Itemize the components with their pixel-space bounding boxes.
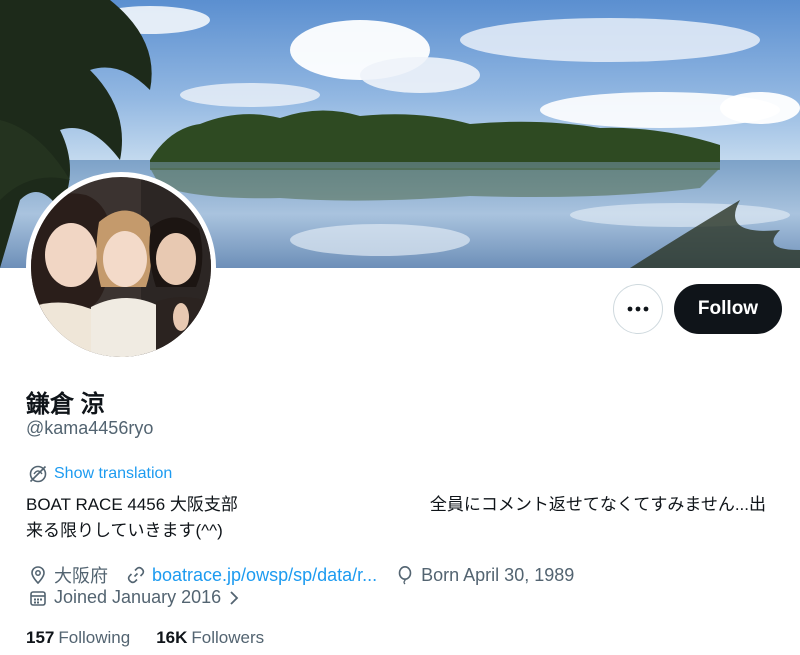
more-dots-icon	[627, 306, 649, 312]
show-translation-link[interactable]: Show translation	[28, 464, 172, 484]
joined-item[interactable]: Joined January 2016	[28, 587, 241, 608]
birthday-item: Born April 30, 1989	[395, 565, 574, 586]
website-item[interactable]: boatrace.jp/owsp/sp/data/r...	[126, 565, 377, 586]
profile-bio: BOAT RACE 4456 大阪支部 全員にコメント返せてなくてすみません..…	[26, 492, 786, 544]
calendar-icon	[30, 590, 46, 606]
followers-count: 16K	[156, 628, 188, 647]
follow-button[interactable]: Follow	[674, 284, 782, 334]
display-name: 鎌倉 涼	[26, 391, 105, 418]
bio-text-part2: 全員にコメント返せてなくてすみません...出	[429, 495, 766, 514]
followers-label: Followers	[191, 628, 265, 647]
balloon-icon	[398, 566, 412, 585]
profile-meta: 大阪府 boatrace.jp/owsp/sp/data/r... Born A…	[28, 562, 592, 588]
show-translation-label[interactable]: Show translation	[54, 465, 172, 483]
location-text: 大阪府	[54, 566, 108, 586]
more-options-button[interactable]	[613, 284, 663, 334]
joined-text: Joined January 2016	[54, 587, 222, 607]
followers-stat[interactable]: 16K Followers	[156, 628, 264, 648]
follow-stats: 157 Following 16K Followers	[26, 628, 264, 648]
website-link[interactable]: boatrace.jp/owsp/sp/data/r...	[152, 565, 377, 586]
avatar-image	[31, 177, 211, 357]
bio-text-line2: 来る限りしていきます(^^)	[26, 521, 223, 540]
bio-text-part1: BOAT RACE 4456 大阪支部	[26, 495, 238, 514]
location-pin-icon	[31, 566, 45, 585]
following-count: 157	[26, 628, 55, 647]
user-handle: @kama4456ryo	[26, 418, 154, 438]
location-item: 大阪府	[28, 562, 108, 588]
translate-globe-icon	[29, 465, 47, 483]
following-stat[interactable]: 157 Following	[26, 628, 130, 648]
chevron-right-icon	[230, 590, 239, 605]
profile-avatar[interactable]	[26, 172, 216, 362]
birthday-text: Born April 30, 1989	[421, 564, 575, 585]
link-icon	[127, 566, 145, 584]
following-label: Following	[58, 628, 131, 647]
